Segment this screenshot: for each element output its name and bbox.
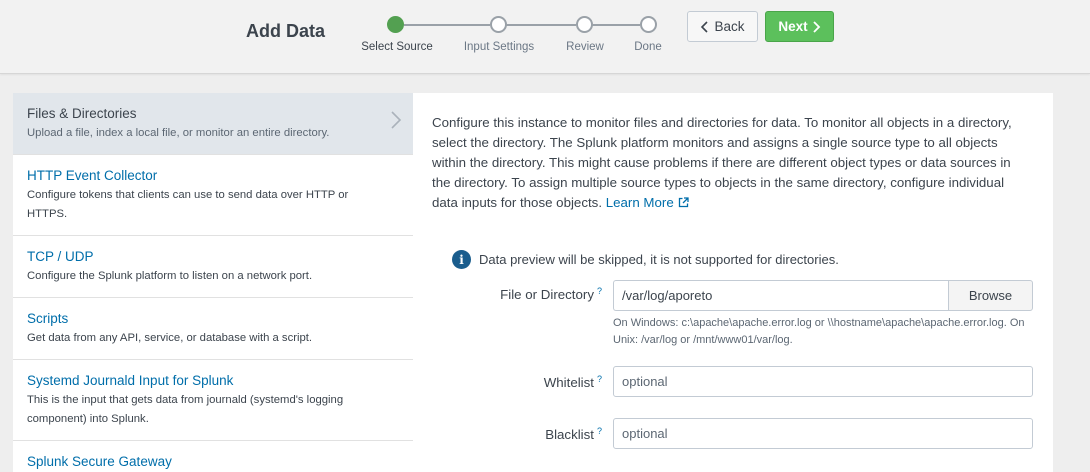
step-dot-review	[576, 16, 593, 33]
intro-text: Configure this instance to monitor files…	[432, 113, 1032, 213]
blacklist-input[interactable]	[613, 418, 1033, 449]
chevron-right-icon	[390, 110, 402, 130]
info-message: i Data preview will be skipped, it is no…	[452, 250, 839, 269]
source-item-systemd-journald[interactable]: Systemd Journald Input for Splunk This i…	[13, 360, 413, 441]
wizard-header: Add Data Select Source Input Settings Re…	[0, 0, 1090, 74]
step-dot-done	[640, 16, 657, 33]
step-dot-select-source	[387, 16, 404, 33]
intro-paragraph: Configure this instance to monitor files…	[432, 115, 1012, 210]
source-description: Upload a file, index a local file, or mo…	[27, 127, 330, 139]
whitelist-input[interactable]	[613, 366, 1033, 397]
source-description: Configure tokens that clients can use to…	[27, 189, 349, 220]
back-button-label: Back	[714, 19, 745, 34]
external-link-icon	[678, 194, 689, 208]
source-item-scripts[interactable]: Scripts Get data from any API, service, …	[13, 298, 413, 360]
source-title: TCP / UDP	[27, 249, 94, 264]
source-title: Splunk Secure Gateway	[27, 454, 172, 469]
file-directory-label: File or Directory?	[500, 286, 602, 302]
source-description: Configure the Splunk platform to listen …	[27, 270, 313, 282]
source-item-tcp-udp[interactable]: TCP / UDP Configure the Splunk platform …	[13, 236, 413, 298]
step-connector	[506, 24, 576, 26]
whitelist-label: Whitelist?	[544, 374, 602, 390]
source-description: This is the input that gets data from jo…	[27, 394, 344, 425]
data-source-list: Files & Directories Upload a file, index…	[13, 93, 413, 472]
source-title: Files & Directories	[27, 106, 137, 121]
file-directory-input[interactable]	[613, 280, 949, 311]
learn-more-label: Learn More	[605, 195, 674, 210]
back-button[interactable]: Back	[687, 11, 758, 42]
source-description: Get data from any API, service, or datab…	[27, 332, 313, 344]
step-label-done: Done	[634, 41, 662, 53]
browse-button[interactable]: Browse	[948, 280, 1033, 311]
blacklist-label: Blacklist?	[545, 426, 602, 442]
step-connector	[404, 24, 490, 26]
whitelist-label-text: Whitelist	[543, 375, 594, 390]
step-label-review: Review	[566, 41, 604, 53]
file-path-help-text: On Windows: c:\apache\apache.error.log o…	[613, 317, 1025, 346]
next-button-label: Next	[778, 19, 808, 34]
info-icon: i	[452, 250, 471, 269]
file-directory-label-text: File or Directory	[500, 287, 594, 302]
step-connector	[592, 24, 640, 26]
source-title: HTTP Event Collector	[27, 168, 158, 183]
help-icon[interactable]: ?	[597, 426, 602, 436]
source-item-http-event-collector[interactable]: HTTP Event Collector Configure tokens th…	[13, 155, 413, 236]
chevron-left-icon	[700, 20, 710, 33]
source-item-files-directories[interactable]: Files & Directories Upload a file, index…	[13, 93, 413, 155]
next-button[interactable]: Next	[765, 11, 834, 42]
chevron-right-icon	[811, 20, 821, 33]
learn-more-link[interactable]: Learn More	[606, 195, 689, 210]
info-message-text: Data preview will be skipped, it is not …	[479, 252, 839, 267]
source-item-splunk-secure-gateway[interactable]: Splunk Secure Gateway	[13, 441, 413, 472]
help-icon[interactable]: ?	[597, 374, 602, 384]
step-label-select-source: Select Source	[361, 41, 433, 53]
source-config-panel: Configure this instance to monitor files…	[413, 93, 1053, 472]
blacklist-label-text: Blacklist	[545, 427, 594, 442]
source-title: Systemd Journald Input for Splunk	[27, 373, 234, 388]
source-title: Scripts	[27, 311, 69, 326]
step-label-input-settings: Input Settings	[463, 41, 535, 53]
help-icon[interactable]: ?	[597, 286, 602, 296]
step-dot-input-settings	[490, 16, 507, 33]
page-title: Add Data	[246, 21, 326, 41]
